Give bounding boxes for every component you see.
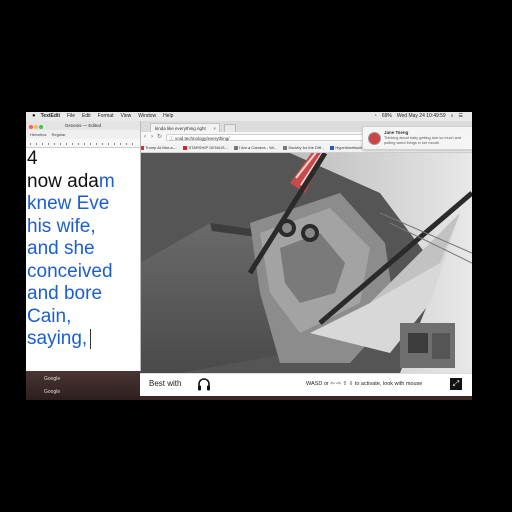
menu-format[interactable]: Format bbox=[98, 112, 114, 121]
desktop-item[interactable]: Google bbox=[44, 376, 60, 382]
headphones-icon bbox=[198, 378, 210, 391]
url-text: void.technology/everything/ bbox=[175, 136, 230, 141]
menu-edit[interactable]: Edit bbox=[82, 112, 91, 121]
bookmark-item[interactable]: Trump At Mar-a-... bbox=[140, 145, 177, 150]
notification-sender: Jane Tseng bbox=[384, 130, 409, 135]
battery-label[interactable]: 69% bbox=[382, 112, 392, 121]
ruler[interactable] bbox=[26, 139, 140, 148]
menu-help[interactable]: Help bbox=[163, 112, 173, 121]
menu-file[interactable]: File bbox=[67, 112, 75, 121]
screen: ● TextEdit File Edit Format View Window … bbox=[26, 112, 472, 400]
clock[interactable]: Wed May 24 10:49:59 bbox=[397, 112, 446, 121]
text-line: 4 bbox=[27, 148, 38, 169]
best-with-label: Best with bbox=[149, 379, 182, 388]
3d-viewport[interactable] bbox=[140, 153, 472, 373]
forward-icon[interactable]: › bbox=[151, 134, 153, 141]
wifi-icon[interactable]: ◔ bbox=[374, 112, 377, 121]
desktop-item[interactable]: Google bbox=[44, 389, 60, 395]
document-body[interactable]: 4 now adam knew Eve his wife, and she co… bbox=[26, 148, 141, 351]
textedit-window: Genesis — Edited Helvetica Regular 4 now… bbox=[26, 121, 141, 371]
text-line: and she bbox=[27, 238, 95, 259]
text-line: saying, bbox=[27, 328, 141, 351]
close-tab-icon[interactable]: × bbox=[213, 124, 216, 132]
apple-menu-icon[interactable]: ● bbox=[32, 112, 36, 121]
fullscreen-icon[interactable]: ⤢ bbox=[450, 378, 462, 390]
zoom-window-icon[interactable] bbox=[39, 125, 43, 129]
minimize-window-icon[interactable] bbox=[34, 125, 38, 129]
tab-title: kinda like everything right bbox=[155, 126, 206, 131]
menu-view[interactable]: View bbox=[121, 112, 132, 121]
wikipedia-icon bbox=[283, 145, 288, 150]
text-line: and bore bbox=[27, 283, 103, 304]
bookmark-item[interactable]: I Am a Camera - Wi... bbox=[233, 145, 277, 150]
close-window-icon[interactable] bbox=[29, 125, 33, 129]
wikipedia-icon bbox=[233, 145, 238, 150]
menu-window[interactable]: Window bbox=[138, 112, 156, 121]
bookmark-item[interactable]: STARSHIP GENIUS... bbox=[183, 145, 228, 150]
text-line: his wife, bbox=[27, 215, 96, 237]
document-title: Genesis — Edited bbox=[64, 123, 102, 128]
notification-banner[interactable]: Jane Tseng Thinking about baby getting s… bbox=[362, 126, 472, 150]
avatar bbox=[368, 132, 381, 145]
menu-extras: ◔ 69% Wed May 24 10:49:59 ⌕ ☰ bbox=[374, 112, 468, 121]
bottom-bar: Best with WASD or ⇦ ⇨ ⇧ ⇩ to activate, l… bbox=[140, 373, 472, 397]
desktop-icons-area: Google Google bbox=[26, 371, 140, 400]
font-style-select[interactable]: Regular bbox=[52, 132, 66, 137]
text-line: Cain, bbox=[27, 305, 72, 327]
browser-window: kinda like everything right × ‹ › ↻ ⓘ vo… bbox=[140, 121, 472, 397]
3d-scene bbox=[140, 153, 472, 373]
text-line: now adam bbox=[27, 170, 115, 192]
text-caret bbox=[90, 328, 92, 349]
search-icon[interactable]: ⌕ bbox=[451, 112, 454, 121]
bookmark-favicon-icon bbox=[330, 145, 335, 150]
bookmark-item[interactable]: Society for the Diff... bbox=[283, 145, 324, 150]
notification-center-icon[interactable]: ☰ bbox=[459, 112, 463, 121]
font-family-select[interactable]: Helvetica bbox=[30, 132, 46, 137]
back-icon[interactable]: ‹ bbox=[144, 134, 146, 141]
reload-icon[interactable]: ↻ bbox=[157, 134, 162, 141]
browser-tab[interactable]: kinda like everything right × bbox=[150, 123, 220, 132]
text-line: knew Eve bbox=[27, 193, 110, 214]
app-menu-textedit[interactable]: TextEdit bbox=[41, 112, 60, 121]
notification-message: Thinking about baby getting sick so much… bbox=[384, 136, 462, 145]
page-info-icon[interactable]: ⓘ bbox=[169, 135, 174, 142]
youtube-icon bbox=[183, 145, 188, 150]
dock-strip bbox=[140, 396, 472, 400]
controls-hint: WASD or ⇦ ⇨ ⇧ ⇩ to activate, look with m… bbox=[306, 381, 423, 387]
text-line: conceived bbox=[27, 260, 113, 282]
